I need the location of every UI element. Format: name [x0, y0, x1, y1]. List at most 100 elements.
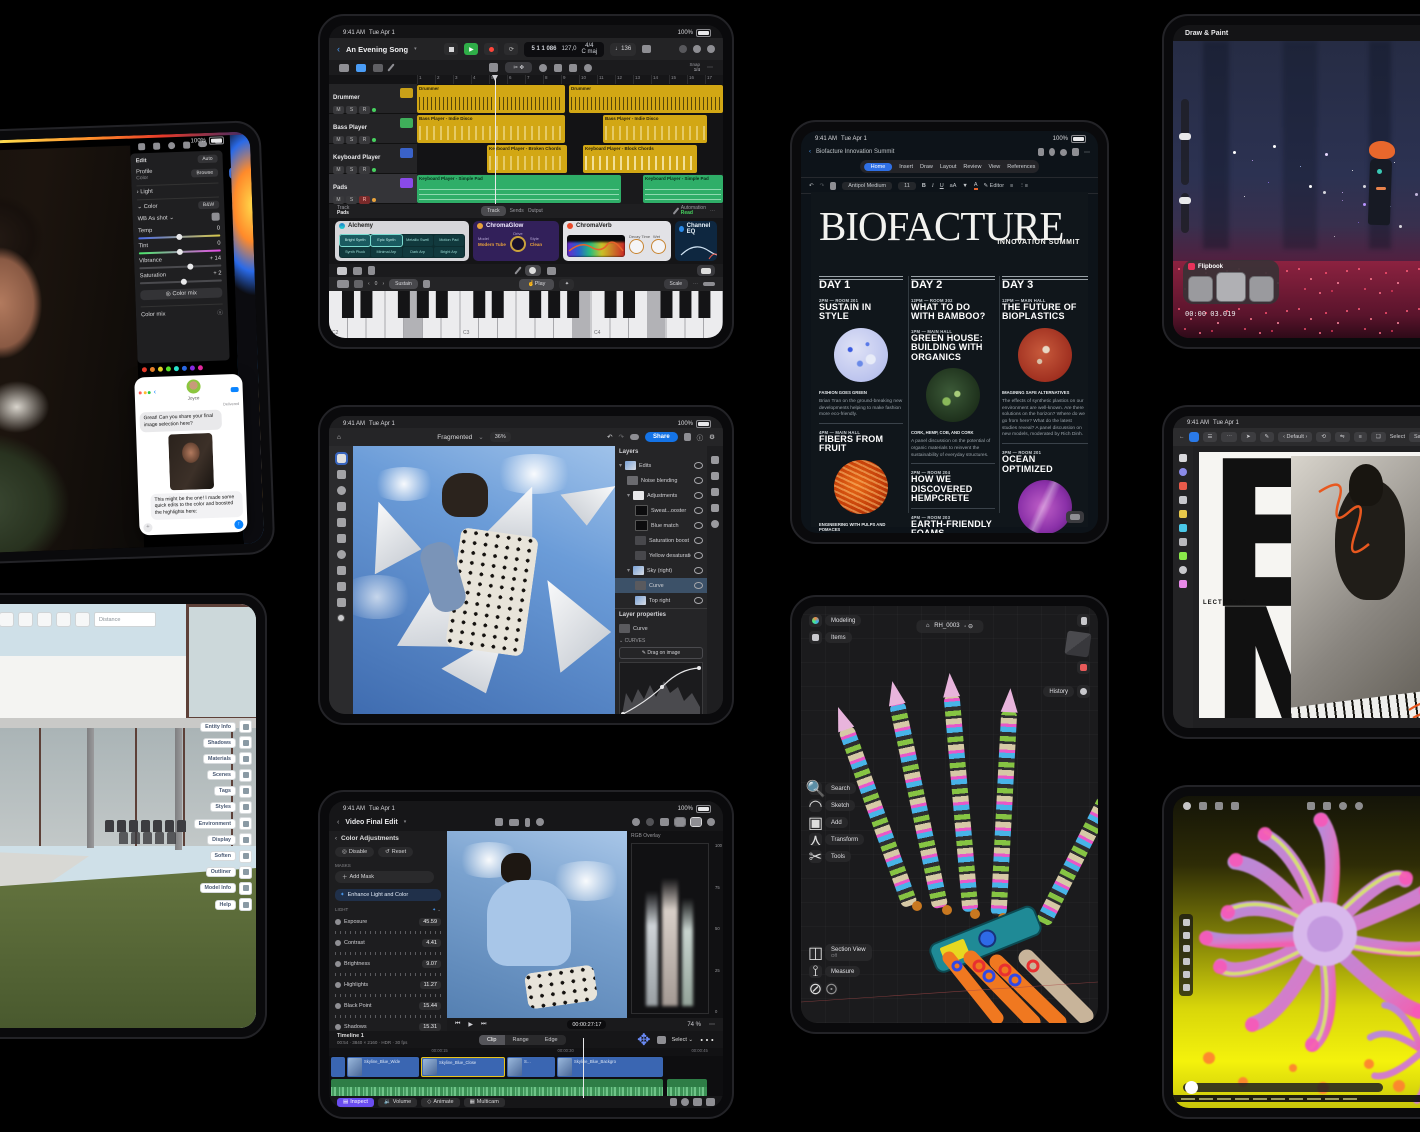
brush-size-slider[interactable]: [1181, 99, 1189, 185]
clip[interactable]: Skyline_Blue_Wide: [347, 1057, 419, 1077]
chevron-down-icon[interactable]: ▾: [414, 46, 417, 52]
mute-icon[interactable]: [681, 1098, 689, 1106]
tab-view[interactable]: View: [988, 164, 1000, 170]
add-tool[interactable]: Add: [825, 817, 848, 828]
panel-help[interactable]: Help: [215, 900, 236, 910]
model-info-icon[interactable]: [239, 882, 252, 895]
drag-on-image-button[interactable]: ✎ Drag on image: [619, 647, 703, 659]
viewer-icon[interactable]: [675, 818, 685, 826]
clip-selected[interactable]: Skyline_Blue_Close: [421, 1057, 505, 1077]
chevron-down-icon[interactable]: ⌄: [478, 433, 483, 441]
lcd-display[interactable]: 5 1 1 086 127,0 4/4C maj: [524, 42, 604, 57]
reset-button[interactable]: ↺ Reset: [378, 847, 413, 857]
slider-blackpoint[interactable]: Black Point15.44: [335, 1002, 441, 1018]
mute-button[interactable]: M: [333, 166, 344, 174]
type-tool-icon[interactable]: [337, 598, 346, 607]
panel-soften[interactable]: Soften: [210, 851, 236, 861]
region[interactable]: Keyboard Player - Simple Pad: [417, 175, 621, 203]
more-icon[interactable]: ⋯: [707, 64, 713, 71]
tab-review[interactable]: Review: [963, 164, 981, 170]
refresh-icon[interactable]: [1339, 802, 1347, 810]
sketch-tool[interactable]: Sketch: [825, 800, 855, 811]
text-style-button[interactable]: aA: [950, 183, 957, 189]
preset-cell[interactable]: Dark Arp: [403, 247, 433, 258]
scopes-icon[interactable]: [691, 818, 701, 826]
split-icon[interactable]: [554, 64, 562, 72]
plugin-chromaglow[interactable]: ChromaGlow ModelModern Tube Drive StyleC…: [473, 221, 559, 261]
layer-row[interactable]: Saturation boost: [649, 538, 691, 544]
home-icon[interactable]: ⌂: [337, 434, 341, 441]
transform-tool-icon[interactable]: [337, 470, 346, 479]
mixer-faders-icon[interactable]: [547, 267, 556, 275]
frame-thumbnail-current[interactable]: [1216, 272, 1245, 302]
record-settings-icon[interactable]: [679, 45, 687, 53]
layer-row[interactable]: Adjustments: [647, 493, 691, 499]
select-menu[interactable]: Select: [1390, 434, 1405, 440]
glue-icon[interactable]: [569, 64, 577, 72]
fg-color-swatch[interactable]: [337, 614, 345, 622]
slider-brightness[interactable]: Brightness9.07: [335, 960, 441, 976]
hide-icon[interactable]: ⊘: [809, 982, 822, 995]
project-title[interactable]: Video Final Edit: [345, 819, 397, 826]
canvas[interactable]: [353, 446, 615, 714]
curves-histogram[interactable]: [619, 662, 703, 714]
font-family-select[interactable]: Antipol Medium: [842, 182, 892, 190]
back-icon[interactable]: ‹: [337, 819, 339, 826]
mode-edge[interactable]: Edge: [537, 1035, 566, 1045]
frame-thumbnail[interactable]: [1249, 276, 1274, 302]
panel-display[interactable]: Display: [207, 835, 236, 845]
align-icon[interactable]: ≡: [1354, 432, 1367, 442]
minimize-icon[interactable]: [707, 818, 715, 826]
snapping-icon[interactable]: ✥: [637, 1030, 650, 1050]
play-button[interactable]: ▶: [468, 1021, 473, 1028]
tab-draw[interactable]: Draw: [920, 164, 933, 170]
close-icon[interactable]: ⓧ: [217, 307, 223, 316]
panel-tags[interactable]: Tags: [214, 786, 236, 796]
arp-button[interactable]: ✦: [559, 279, 574, 290]
preset-select[interactable]: ‹ Default ›: [1278, 432, 1312, 442]
styles-icon[interactable]: [239, 801, 252, 814]
isolate-icon[interactable]: ⊙: [825, 982, 838, 995]
loop-icon[interactable]: [539, 64, 547, 72]
cloud-icon[interactable]: [630, 434, 639, 440]
material-picker-icon[interactable]: [1183, 971, 1190, 978]
help-icon[interactable]: [239, 898, 252, 911]
same-menu[interactable]: Same: [1409, 432, 1420, 442]
pan-icon[interactable]: [1183, 932, 1190, 939]
align-icon[interactable]: ≡: [1010, 183, 1013, 189]
send-button[interactable]: ↑: [234, 520, 243, 529]
trim-tool-button[interactable]: ✂ ✥: [505, 62, 532, 73]
plugin-channeleq[interactable]: Channel EQ: [675, 221, 717, 261]
pencil-icon[interactable]: [514, 266, 521, 274]
viewer[interactable]: [447, 831, 627, 1018]
underline-button[interactable]: U: [940, 183, 944, 189]
undo-icon[interactable]: ↶: [607, 433, 612, 441]
more-icon[interactable]: ⋯: [1221, 432, 1237, 442]
outliner-icon[interactable]: [239, 866, 252, 879]
solo-button[interactable]: S: [346, 106, 357, 114]
model-value[interactable]: Modern Tube: [478, 242, 506, 247]
focus-icon[interactable]: [1183, 945, 1190, 952]
sketch-icon[interactable]: ◠: [809, 799, 822, 812]
tags-icon[interactable]: [239, 785, 252, 798]
share-button[interactable]: Share: [645, 432, 678, 442]
wb-value[interactable]: As shot: [148, 215, 168, 222]
layer-row[interactable]: Blue match: [651, 523, 691, 529]
cursor-tool-icon[interactable]: ➤: [1241, 432, 1256, 442]
play-icon[interactable]: [1307, 802, 1315, 810]
count-in-button[interactable]: ♩136: [610, 43, 636, 56]
add-mask-button[interactable]: ＋ Add Mask: [335, 871, 434, 883]
inspect-button[interactable]: ▤ Inspect: [337, 1098, 374, 1107]
facetime-icon[interactable]: [231, 386, 239, 391]
crop-tool-icon[interactable]: [1179, 538, 1187, 546]
eraser-icon[interactable]: [584, 64, 592, 72]
solo-button[interactable]: S: [346, 166, 357, 174]
timeline-playhead[interactable]: [583, 1038, 584, 1098]
redo-icon[interactable]: [18, 612, 33, 627]
decay-knob[interactable]: [629, 239, 644, 254]
more-icon[interactable]: ⋯: [709, 1021, 715, 1028]
preset-cell[interactable]: Synth Pluck: [340, 247, 370, 258]
min-dot[interactable]: [143, 391, 146, 394]
region[interactable]: Bass Player - Indie Disco: [417, 115, 565, 143]
tools-tool[interactable]: Tools: [825, 851, 851, 862]
